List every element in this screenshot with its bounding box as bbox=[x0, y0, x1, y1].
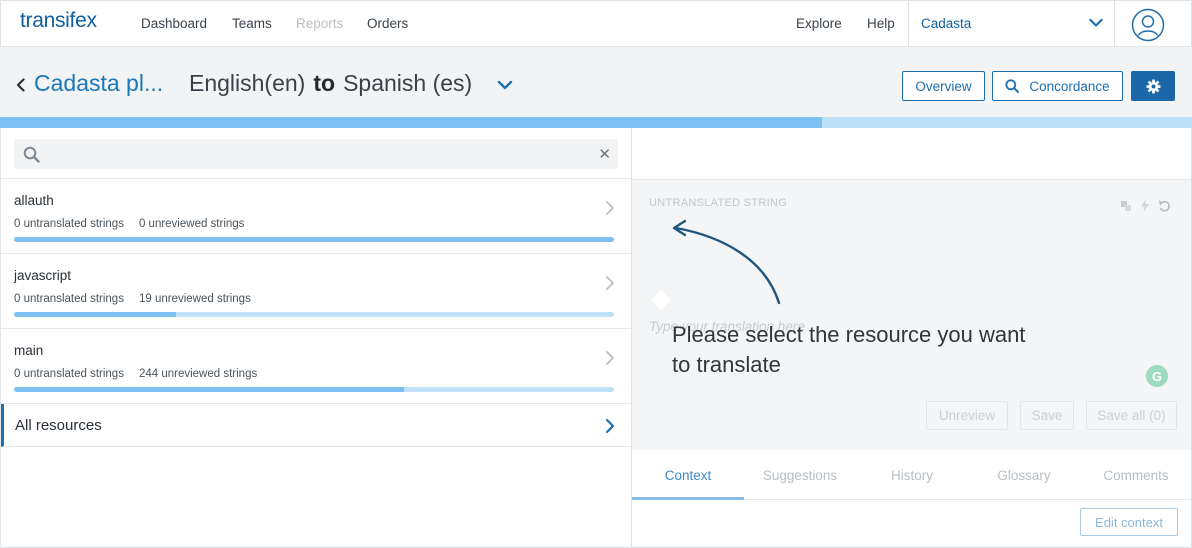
gear-icon bbox=[1145, 78, 1161, 94]
concordance-label: Concordance bbox=[1029, 78, 1110, 94]
resource-stats: 0 untranslated strings 0 unreviewed strin… bbox=[14, 218, 244, 230]
unreview-button[interactable]: Unreview bbox=[926, 401, 1008, 430]
save-button[interactable]: Save bbox=[1020, 401, 1074, 430]
resource-item-allauth[interactable]: allauth 0 untranslated strings 0 unreview… bbox=[1, 179, 631, 254]
nav-dashboard[interactable]: Dashboard bbox=[141, 16, 207, 31]
all-resources-item[interactable]: All resources bbox=[1, 404, 631, 447]
tab-history[interactable]: History bbox=[856, 450, 968, 500]
editor-tabs: Context Suggestions History Glossary Com… bbox=[632, 450, 1191, 500]
target-language: Spanish (es) bbox=[343, 70, 473, 96]
overall-progress-fill bbox=[0, 117, 823, 128]
back-chevron-icon[interactable] bbox=[16, 78, 26, 92]
settings-button[interactable] bbox=[1131, 71, 1175, 101]
untranslated-count: 0 untranslated strings bbox=[14, 293, 124, 305]
resource-stats: 0 untranslated strings 19 unreviewed stri… bbox=[14, 293, 251, 305]
resource-panel: ✕ allauth 0 untranslated strings 0 unrevi… bbox=[0, 128, 632, 548]
nav-help[interactable]: Help bbox=[867, 16, 895, 31]
resource-name: javascript bbox=[14, 268, 72, 283]
tab-comments[interactable]: Comments bbox=[1080, 450, 1192, 500]
user-icon[interactable] bbox=[1131, 8, 1165, 42]
dropdown-chevron-icon[interactable] bbox=[497, 80, 513, 91]
resource-item-javascript[interactable]: javascript 0 untranslated strings 19 unre… bbox=[1, 254, 631, 329]
unreviewed-count: 244 unreviewed strings bbox=[138, 368, 258, 380]
undo-icon[interactable] bbox=[1158, 199, 1171, 212]
grammarly-icon[interactable]: G bbox=[1146, 365, 1168, 387]
resource-progress-fill bbox=[14, 237, 614, 242]
resource-progress-fill bbox=[14, 387, 404, 392]
top-navigation: transifex Dashboard Teams Reports Orders… bbox=[0, 0, 1192, 47]
resource-search[interactable]: ✕ bbox=[14, 139, 618, 169]
nav-reports[interactable]: Reports bbox=[296, 16, 343, 31]
copy-source-icon[interactable] bbox=[1120, 200, 1132, 212]
overall-progress-bar bbox=[0, 117, 1192, 128]
resource-stats: 0 untranslated strings 244 unreviewed str… bbox=[14, 368, 257, 380]
chevron-down-icon bbox=[1089, 18, 1103, 27]
resource-progress-bar bbox=[14, 237, 614, 242]
nav-teams[interactable]: Teams bbox=[232, 16, 272, 31]
untranslated-count: 0 untranslated strings bbox=[14, 218, 124, 230]
search-input[interactable] bbox=[48, 144, 578, 164]
chevron-right-icon bbox=[606, 351, 614, 365]
overview-button[interactable]: Overview bbox=[902, 71, 985, 101]
close-icon[interactable]: ✕ bbox=[598, 145, 611, 163]
source-tools bbox=[1120, 199, 1171, 212]
resource-item-main[interactable]: main 0 untranslated strings 244 unreviewe… bbox=[1, 329, 631, 404]
chevron-right-icon bbox=[606, 201, 614, 215]
project-selector-label: Cadasta bbox=[921, 16, 972, 31]
search-icon bbox=[1005, 79, 1020, 93]
resource-progress-bar bbox=[14, 312, 614, 317]
tour-message: Please select the resource you want to t… bbox=[672, 322, 1026, 377]
active-tab-indicator bbox=[632, 497, 744, 500]
tour-arrow-icon bbox=[672, 219, 781, 305]
transifex-logo[interactable]: transifex bbox=[20, 9, 97, 33]
tab-glossary[interactable]: Glossary bbox=[968, 450, 1080, 500]
all-resources-label: All resources bbox=[15, 417, 102, 434]
tab-context[interactable]: Context bbox=[632, 450, 744, 500]
resource-name: allauth bbox=[14, 193, 54, 208]
lightning-icon[interactable] bbox=[1140, 199, 1150, 212]
resource-progress-fill bbox=[14, 312, 176, 317]
language-pair[interactable]: English(en) to Spanish (es) bbox=[189, 70, 472, 97]
concordance-button[interactable]: Concordance bbox=[992, 71, 1123, 101]
source-heading: UNTRANSLATED STRING bbox=[649, 197, 788, 209]
chevron-right-icon bbox=[605, 418, 615, 434]
chevron-right-icon bbox=[606, 276, 614, 290]
unreviewed-count: 19 unreviewed strings bbox=[138, 293, 251, 305]
to-label: to bbox=[313, 70, 336, 96]
nav-explore[interactable]: Explore bbox=[796, 16, 842, 31]
project-title[interactable]: Cadasta pl... bbox=[34, 70, 163, 97]
untranslated-count: 0 untranslated strings bbox=[14, 368, 124, 380]
resource-progress-bar bbox=[14, 387, 614, 392]
source-language: English(en) bbox=[189, 70, 306, 96]
nav-orders[interactable]: Orders bbox=[367, 16, 408, 31]
resource-name: main bbox=[14, 343, 44, 358]
tab-suggestions[interactable]: Suggestions bbox=[744, 450, 856, 500]
project-selector[interactable]: Cadasta bbox=[908, 1, 1115, 47]
search-icon bbox=[23, 146, 40, 163]
unreviewed-count: 0 unreviewed strings bbox=[138, 218, 245, 230]
project-header: Cadasta pl... English(en) to Spanish (es) … bbox=[0, 47, 1192, 117]
save-all-button[interactable]: Save all (0) bbox=[1086, 401, 1177, 430]
edit-context-button[interactable]: Edit context bbox=[1080, 508, 1178, 536]
